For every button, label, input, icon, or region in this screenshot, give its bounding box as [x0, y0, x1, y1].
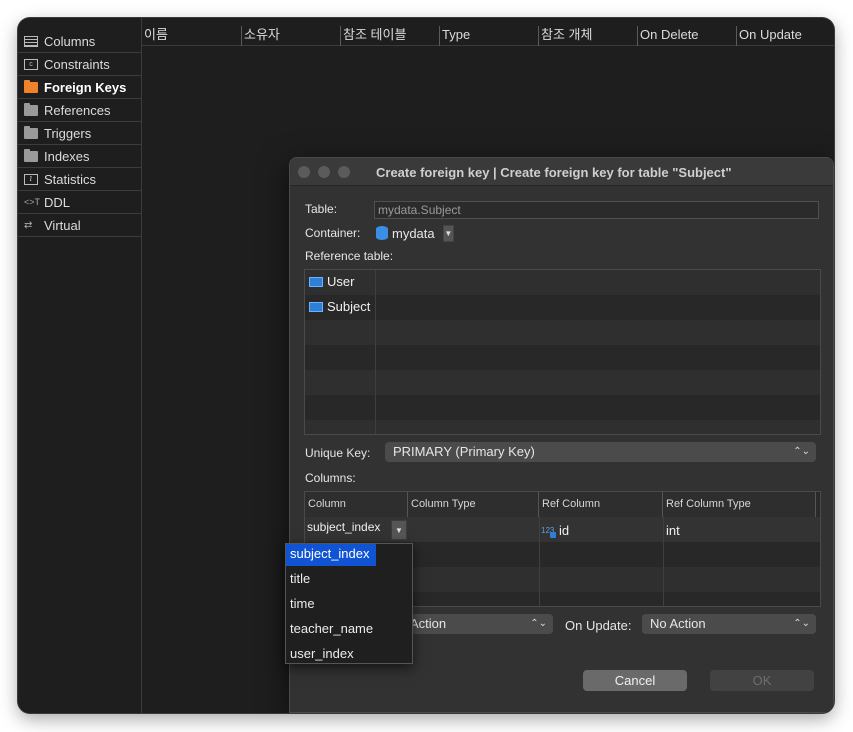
- folder-icon: [24, 125, 38, 139]
- unique-key-value: PRIMARY (Primary Key): [393, 444, 535, 459]
- grid-column-header[interactable]: Type: [439, 26, 538, 46]
- database-icon: [376, 226, 388, 240]
- list-item[interactable]: User: [305, 270, 820, 295]
- ok-button[interactable]: OK: [710, 670, 814, 691]
- tab-triggers[interactable]: Triggers: [18, 122, 142, 145]
- grid-column-header[interactable]: 참조 테이블: [340, 26, 439, 46]
- folder-icon: [24, 79, 38, 93]
- info-icon: i: [24, 173, 38, 185]
- reference-table-list: User Subject: [304, 269, 821, 435]
- on-delete-value: Action: [410, 616, 447, 631]
- grid-column-header[interactable]: 참조 개체: [538, 26, 637, 46]
- minimize-window-button[interactable]: [318, 166, 330, 178]
- column-dropdown-button[interactable]: ▼: [391, 520, 407, 540]
- dropdown-option-title[interactable]: title: [286, 569, 412, 594]
- tab-label: Triggers: [44, 125, 92, 141]
- constraints-icon: c: [24, 58, 38, 70]
- tab-label: Columns: [44, 33, 96, 49]
- dialog-titlebar[interactable]: Create foreign key | Create foreign key …: [290, 158, 833, 186]
- columns-icon: [24, 35, 38, 47]
- chevron-down-icon[interactable]: ▼: [442, 224, 454, 242]
- container-select[interactable]: mydata ▼: [374, 223, 454, 243]
- grid-column-header[interactable]: 소유자: [241, 26, 340, 46]
- on-update-label: On Update:: [565, 618, 632, 633]
- reference-table-name: User: [327, 274, 355, 289]
- column-header[interactable]: Column Type: [408, 492, 539, 517]
- container-value: mydata: [392, 225, 435, 241]
- tab-constraints[interactable]: c Constraints: [18, 53, 142, 76]
- grid-column-header[interactable]: On Delete: [637, 26, 736, 46]
- tab-label: DDL: [44, 194, 71, 210]
- dropdown-option-subject-index[interactable]: subject_index: [286, 544, 376, 566]
- list-item[interactable]: Subject: [305, 295, 820, 320]
- column-divider: [375, 270, 376, 434]
- properties-sidebar: Columns c Constraints Foreign Keys Refer…: [18, 18, 142, 713]
- list-item: [305, 395, 820, 420]
- tab-label: Foreign Keys: [44, 79, 127, 95]
- folder-icon: [24, 148, 38, 162]
- list-item: [305, 345, 820, 370]
- list-item: [305, 370, 820, 395]
- tab-columns[interactable]: Columns: [18, 30, 142, 53]
- tab-virtual[interactable]: ⇄ Virtual: [18, 214, 142, 237]
- reference-table-name: Subject: [327, 299, 371, 314]
- column-header[interactable]: Ref Column Type: [663, 492, 816, 517]
- on-update-value: No Action: [650, 616, 706, 631]
- cancel-button[interactable]: Cancel: [583, 670, 687, 691]
- table-label: Table:: [305, 202, 338, 216]
- reference-table-label: Reference table:: [305, 249, 394, 263]
- tab-label: Constraints: [44, 56, 110, 72]
- columns-label: Columns:: [305, 471, 356, 485]
- list-item: [305, 320, 820, 345]
- ref-column-type-cell: int: [666, 523, 680, 538]
- virtual-icon: ⇄: [24, 219, 33, 231]
- ref-column-cell[interactable]: 123 id: [541, 523, 569, 538]
- table-icon: [309, 276, 323, 287]
- tab-statistics[interactable]: i Statistics: [18, 168, 142, 191]
- column-divider: [663, 517, 664, 606]
- unique-key-label: Unique Key:: [305, 446, 371, 460]
- tab-foreign-keys[interactable]: Foreign Keys: [18, 76, 142, 99]
- table-icon: [309, 301, 323, 312]
- dropdown-option-time[interactable]: time: [286, 594, 412, 619]
- select-arrows-icon: ⌃⌄: [793, 446, 810, 457]
- editor-window: Columns c Constraints Foreign Keys Refer…: [18, 18, 834, 713]
- column-cell[interactable]: subject_index: [307, 520, 380, 534]
- tab-label: Virtual: [44, 217, 81, 233]
- container-label: Container:: [305, 226, 361, 240]
- zoom-window-button[interactable]: [338, 166, 350, 178]
- dropdown-option-teacher-name[interactable]: teacher_name: [286, 619, 412, 644]
- list-item: [305, 420, 820, 434]
- tab-ddl[interactable]: <>T DDL: [18, 191, 142, 214]
- select-arrows-icon: ⌃⌄: [530, 618, 547, 629]
- tab-label: References: [44, 102, 111, 118]
- column-dropdown-list: subject_index title time teacher_name us…: [285, 543, 413, 664]
- grid-column-header[interactable]: On Update: [736, 26, 830, 46]
- unique-key-select[interactable]: PRIMARY (Primary Key) ⌃⌄: [385, 442, 816, 462]
- table-field: mydata.Subject: [374, 201, 819, 219]
- ref-column-value: id: [559, 523, 570, 538]
- number-column-icon: 123: [541, 526, 557, 538]
- ddl-icon: <>T: [24, 196, 41, 207]
- select-arrows-icon: ⌃⌄: [793, 618, 810, 629]
- on-update-select[interactable]: No Action ⌃⌄: [642, 614, 816, 634]
- folder-icon: [24, 102, 38, 116]
- dropdown-option-user-index[interactable]: user_index: [286, 644, 412, 669]
- tab-label: Indexes: [44, 148, 90, 164]
- on-delete-select[interactable]: Action ⌃⌄: [400, 614, 553, 634]
- tab-references[interactable]: References: [18, 99, 142, 122]
- tab-indexes[interactable]: Indexes: [18, 145, 142, 168]
- close-window-button[interactable]: [298, 166, 310, 178]
- dialog-title: Create foreign key | Create foreign key …: [376, 165, 732, 180]
- foreign-keys-grid-header: 이름 소유자 참조 테이블 Type 참조 개체 On Delete On Up…: [142, 26, 834, 46]
- grid-column-header[interactable]: 이름: [142, 26, 241, 46]
- column-divider: [539, 517, 540, 606]
- tab-label: Statistics: [44, 171, 97, 187]
- column-header[interactable]: Ref Column: [539, 492, 663, 517]
- column-header[interactable]: Column: [305, 492, 408, 517]
